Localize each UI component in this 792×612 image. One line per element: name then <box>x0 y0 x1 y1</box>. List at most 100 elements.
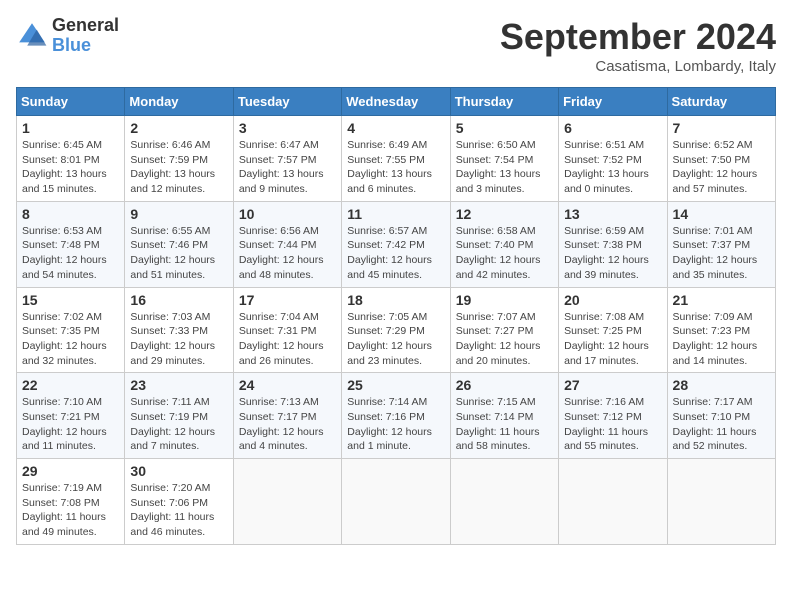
sunset-text: Sunset: 7:55 PM <box>347 154 425 166</box>
sunrise-text: Sunrise: 6:58 AM <box>456 225 536 237</box>
sunrise-text: Sunrise: 7:09 AM <box>673 311 753 323</box>
table-row <box>559 459 667 545</box>
day-detail: Sunrise: 7:16 AMSunset: 7:12 PMDaylight:… <box>564 395 661 454</box>
day-number: 30 <box>130 463 227 479</box>
sunset-text: Sunset: 7:52 PM <box>564 154 642 166</box>
table-row: 24 Sunrise: 7:13 AM Sunset: 7:17 PM Dayligh… <box>233 373 341 459</box>
day-detail: Sunrise: 6:58 AM Sunset: 7:40 PM Daylight:… <box>456 224 553 283</box>
table-row <box>233 459 341 545</box>
day-detail: Sunrise: 6:47 AMSunset: 7:57 PMDaylight:… <box>239 138 336 197</box>
calendar-week-row: 1Sunrise: 6:45 AMSunset: 8:01 PMDaylight… <box>17 116 776 202</box>
day-detail: Sunrise: 7:08 AMSunset: 7:25 PMDaylight:… <box>564 310 661 369</box>
daylight-text: Daylight: 11 hours and 46 minutes. <box>130 511 214 538</box>
table-row: 26Sunrise: 7:15 AMSunset: 7:14 PMDayligh… <box>450 373 558 459</box>
day-number: 16 <box>130 292 227 308</box>
sunset-text: Sunset: 7:12 PM <box>564 411 642 423</box>
sunset-text: Sunset: 7:40 PM <box>456 239 534 251</box>
daylight-text: Daylight: 12 hours and 17 minutes. <box>564 340 649 367</box>
day-detail: Sunrise: 6:59 AMSunset: 7:38 PMDaylight:… <box>564 224 661 283</box>
sunrise-text: Sunrise: 7:13 AM <box>239 396 319 408</box>
table-row <box>450 459 558 545</box>
day-number: 5 <box>456 120 553 136</box>
daylight-text: Daylight: 12 hours and 51 minutes. <box>130 254 215 281</box>
day-number: 2 <box>130 120 227 136</box>
sunrise-text: Sunrise: 7:03 AM <box>130 311 210 323</box>
day-number: 9 <box>130 206 227 222</box>
day-number: 14 <box>673 206 770 222</box>
daylight-text: Daylight: 12 hours and 57 minutes. <box>673 168 758 195</box>
daylight-text: Daylight: 13 hours and 9 minutes. <box>239 168 324 195</box>
day-number: 22 <box>22 377 119 393</box>
day-number: 26 <box>456 377 553 393</box>
day-detail: Sunrise: 7:10 AMSunset: 7:21 PMDaylight:… <box>22 395 119 454</box>
table-row: 25Sunrise: 7:14 AMSunset: 7:16 PMDayligh… <box>342 373 450 459</box>
sunrise-text: Sunrise: 6:56 AM <box>239 225 319 237</box>
daylight-text: Daylight: 12 hours and 32 minutes. <box>22 340 107 367</box>
sunset-text: Sunset: 7:06 PM <box>130 497 208 509</box>
sunset-text: Sunset: 7:42 PM <box>347 239 425 251</box>
daylight-text: Daylight: 12 hours and 29 minutes. <box>130 340 215 367</box>
day-number: 27 <box>564 377 661 393</box>
day-number: 4 <box>347 120 444 136</box>
day-detail: Sunrise: 7:04 AMSunset: 7:31 PMDaylight:… <box>239 310 336 369</box>
table-row: 30Sunrise: 7:20 AMSunset: 7:06 PMDayligh… <box>125 459 233 545</box>
table-row <box>342 459 450 545</box>
day-detail: Sunrise: 6:51 AMSunset: 7:52 PMDaylight:… <box>564 138 661 197</box>
daylight-text: Daylight: 12 hours and 7 minutes. <box>130 426 215 453</box>
daylight-text: Daylight: 12 hours and 35 minutes. <box>673 254 758 281</box>
table-row: 23Sunrise: 7:11 AMSunset: 7:19 PMDayligh… <box>125 373 233 459</box>
sunrise-text: Sunrise: 6:52 AM <box>673 139 753 151</box>
calendar-week-row: 15Sunrise: 7:02 AMSunset: 7:35 PMDayligh… <box>17 287 776 373</box>
sunset-text: Sunset: 7:48 PM <box>22 239 100 251</box>
sunrise-text: Sunrise: 7:01 AM <box>673 225 753 237</box>
sunset-text: Sunset: 7:17 PM <box>239 411 317 423</box>
sunrise-text: Sunrise: 7:10 AM <box>22 396 102 408</box>
day-number: 6 <box>564 120 661 136</box>
daylight-text: Daylight: 12 hours and 23 minutes. <box>347 340 432 367</box>
sunset-text: Sunset: 7:29 PM <box>347 325 425 337</box>
sunrise-text: Sunrise: 7:15 AM <box>456 396 536 408</box>
day-detail: Sunrise: 7:13 AM Sunset: 7:17 PM Daylight:… <box>239 395 336 454</box>
sunrise-text: Sunrise: 7:17 AM <box>673 396 753 408</box>
table-row: 18Sunrise: 7:05 AMSunset: 7:29 PMDayligh… <box>342 287 450 373</box>
header-friday: Friday <box>559 88 667 116</box>
sunrise-text: Sunrise: 7:16 AM <box>564 396 644 408</box>
header-wednesday: Wednesday <box>342 88 450 116</box>
day-detail: Sunrise: 7:14 AMSunset: 7:16 PMDaylight:… <box>347 395 444 454</box>
header-saturday: Saturday <box>667 88 775 116</box>
sunset-text: Sunset: 7:35 PM <box>22 325 100 337</box>
day-detail: Sunrise: 6:45 AMSunset: 8:01 PMDaylight:… <box>22 138 119 197</box>
table-row: 8Sunrise: 6:53 AMSunset: 7:48 PMDaylight… <box>17 201 125 287</box>
sunset-text: Sunset: 7:16 PM <box>347 411 425 423</box>
sunset-text: Sunset: 7:50 PM <box>673 154 751 166</box>
table-row: 15Sunrise: 7:02 AMSunset: 7:35 PMDayligh… <box>17 287 125 373</box>
sunset-text: Sunset: 7:44 PM <box>239 239 317 251</box>
daylight-text: Daylight: 12 hours and 42 minutes. <box>456 254 541 281</box>
table-row: 17 Sunrise: 7:04 AMSunset: 7:31 PMDayligh… <box>233 287 341 373</box>
day-number: 17 <box>239 292 336 308</box>
sunrise-text: Sunrise: 7:19 AM <box>22 482 102 494</box>
day-number: 10 <box>239 206 336 222</box>
day-detail: Sunrise: 7:09 AMSunset: 7:23 PMDaylight:… <box>673 310 770 369</box>
table-row: 12 Sunrise: 6:58 AM Sunset: 7:40 PM Dayligh… <box>450 201 558 287</box>
daylight-text: Daylight: 12 hours and 4 minutes. <box>239 426 324 453</box>
table-row: 22Sunrise: 7:10 AMSunset: 7:21 PMDayligh… <box>17 373 125 459</box>
table-row: 1Sunrise: 6:45 AMSunset: 8:01 PMDaylight… <box>17 116 125 202</box>
sunset-text: Sunset: 7:10 PM <box>673 411 751 423</box>
table-row: 20Sunrise: 7:08 AMSunset: 7:25 PMDayligh… <box>559 287 667 373</box>
day-number: 12 <box>456 206 553 222</box>
day-detail: Sunrise: 7:01 AM Sunset: 7:37 PM Daylight:… <box>673 224 770 283</box>
page-header: General Blue September 2024 Casatisma, L… <box>16 16 776 75</box>
table-row: 27Sunrise: 7:16 AMSunset: 7:12 PMDayligh… <box>559 373 667 459</box>
sunset-text: Sunset: 7:37 PM <box>673 239 751 251</box>
table-row <box>667 459 775 545</box>
day-number: 24 <box>239 377 336 393</box>
sunset-text: Sunset: 7:21 PM <box>22 411 100 423</box>
day-detail: Sunrise: 7:05 AMSunset: 7:29 PMDaylight:… <box>347 310 444 369</box>
sunrise-text: Sunrise: 6:57 AM <box>347 225 427 237</box>
table-row: 7Sunrise: 6:52 AMSunset: 7:50 PMDaylight… <box>667 116 775 202</box>
day-number: 28 <box>673 377 770 393</box>
daylight-text: Daylight: 13 hours and 3 minutes. <box>456 168 541 195</box>
table-row: 19Sunrise: 7:07 AMSunset: 7:27 PMDayligh… <box>450 287 558 373</box>
sunset-text: Sunset: 7:57 PM <box>239 154 317 166</box>
